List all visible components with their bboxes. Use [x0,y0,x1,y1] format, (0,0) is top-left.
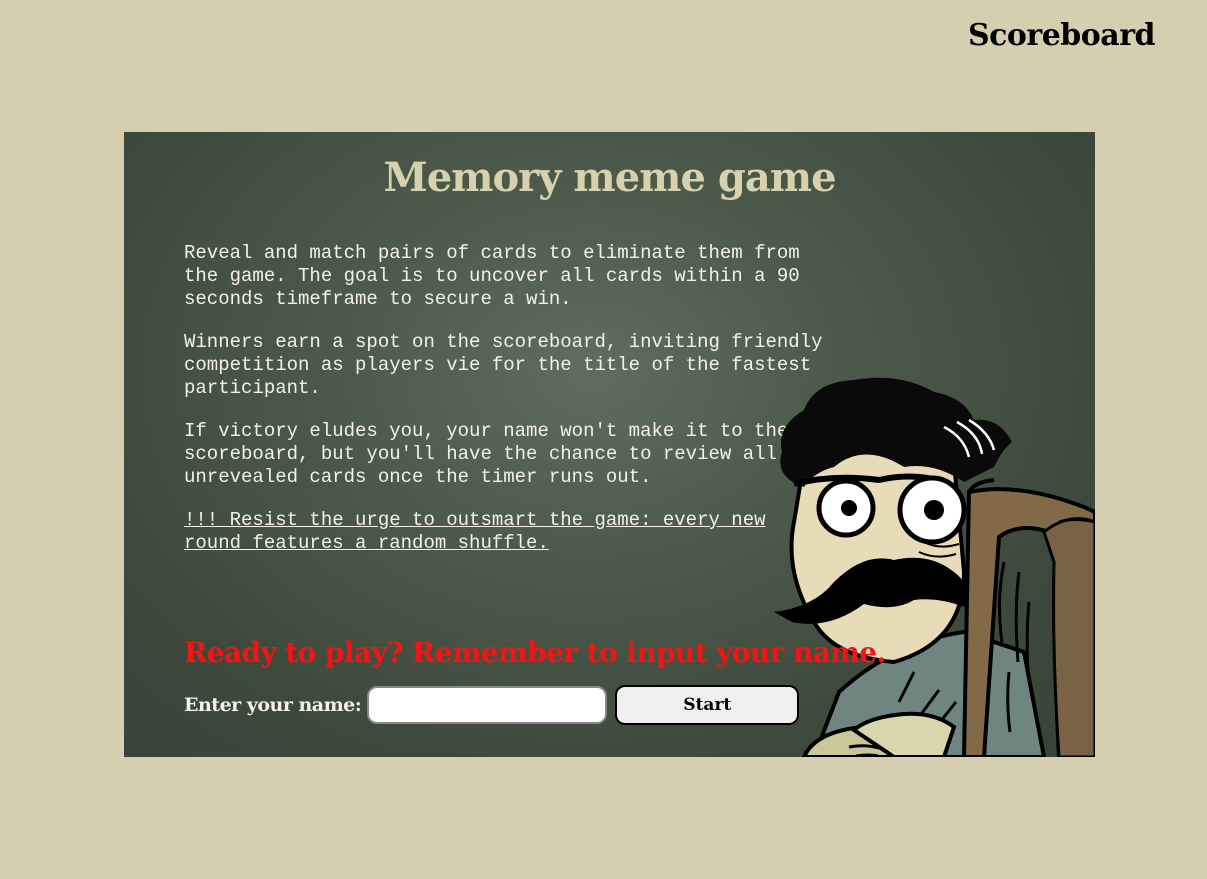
rules-paragraph: Reveal and match pairs of cards to elimi… [184,242,800,310]
page-title: Memory meme game [383,154,836,201]
scoreboard-link[interactable]: Scoreboard [968,18,1156,53]
start-button[interactable]: Start [615,685,800,725]
name-input[interactable] [367,686,608,724]
ready-prompt: Ready to play? Remember to input your na… [184,636,886,669]
game-intro-panel: Memory meme game Reveal and match pairs … [124,132,1095,757]
name-field-label: Enter your name: [184,694,362,716]
name-form: Enter your name: Start [184,684,800,726]
